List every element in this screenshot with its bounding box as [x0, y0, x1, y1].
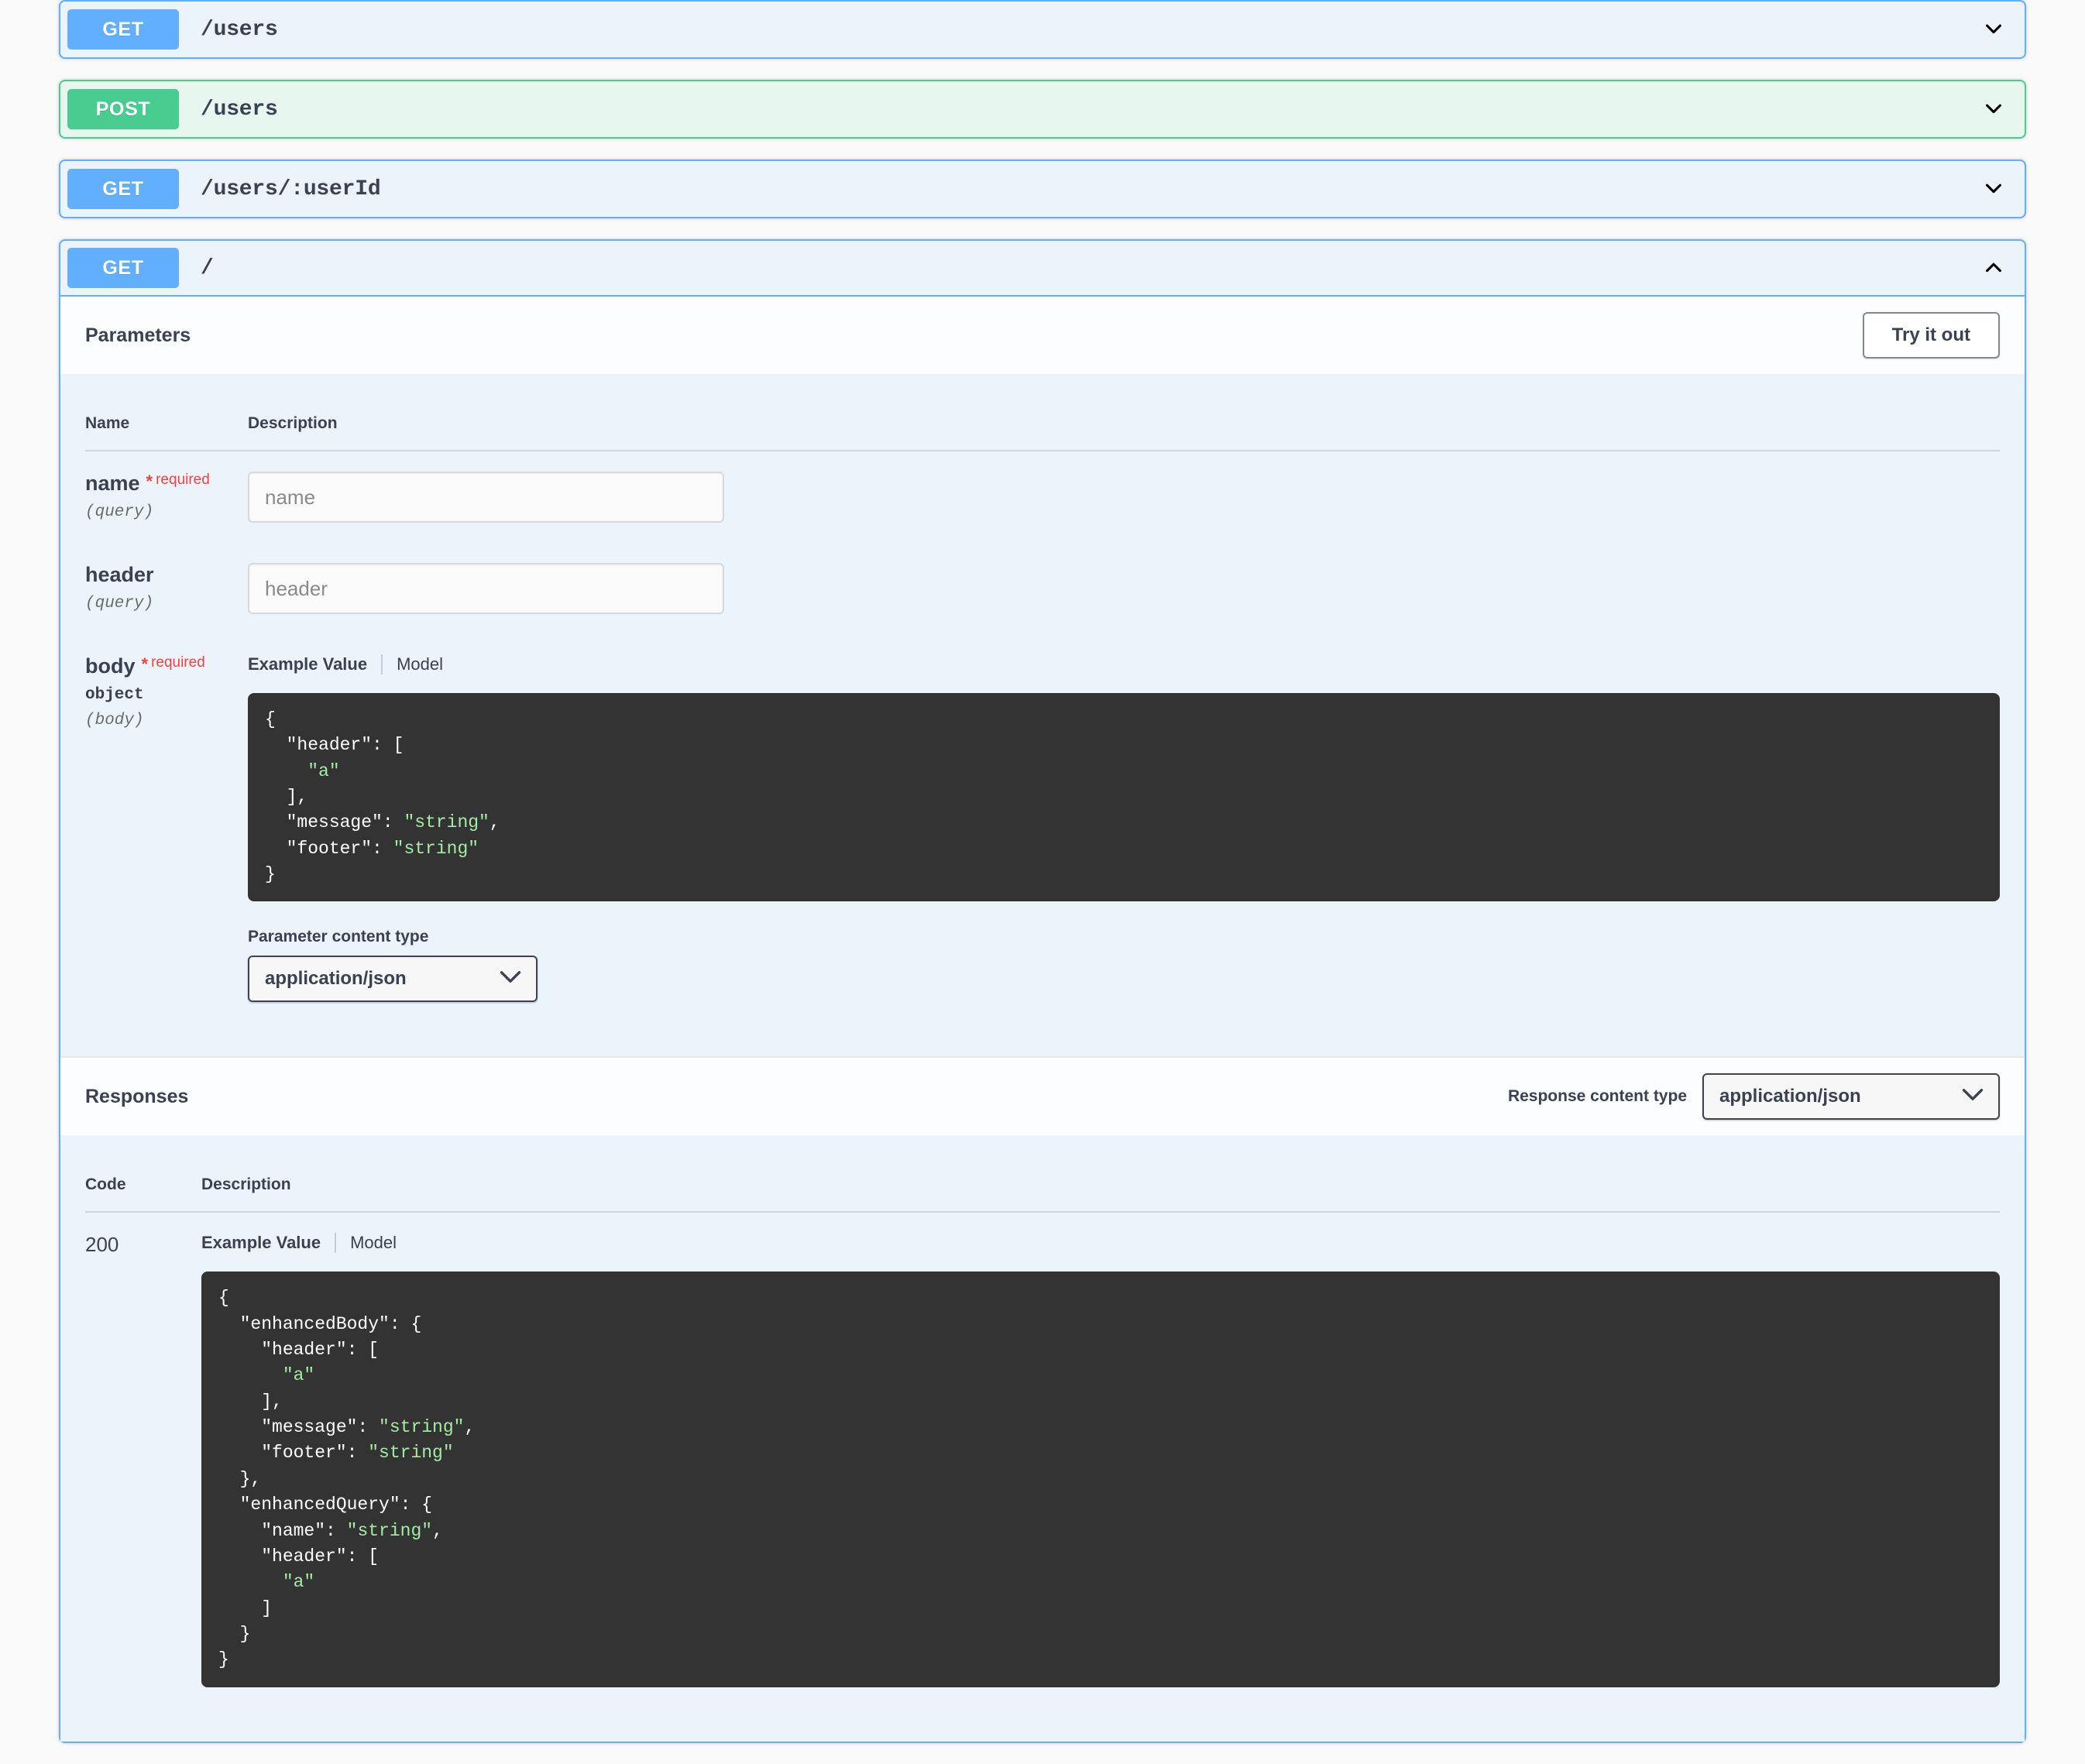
responses-table-container: Code Description 200 Example Value Model…	[60, 1135, 2025, 1741]
parameter-description-cell	[248, 543, 2000, 634]
chevron-down-icon[interactable]	[1973, 100, 2014, 118]
operation-block-get-root[interactable]: GET / Parameters Try it out Name Descrip…	[59, 239, 2026, 1743]
parameter-name-cell: name * required (query)	[85, 451, 248, 543]
parameter-content-type-select[interactable]: application/json	[248, 956, 538, 1003]
parameters-table-container: Name Description name*required (query)	[60, 374, 2025, 1056]
http-method-badge: POST	[67, 89, 179, 129]
response-code-cell: 200	[85, 1212, 201, 1707]
example-model-tabs: Example Value Model	[248, 654, 2000, 693]
header-input[interactable]	[248, 563, 724, 614]
required-asterisk: *	[146, 472, 153, 491]
operation-block-get-users[interactable]: GET /users	[59, 0, 2026, 59]
column-header-description: Description	[201, 1160, 2000, 1213]
http-method-badge: GET	[67, 248, 179, 288]
http-method-badge: GET	[67, 9, 179, 50]
operation-block-post-users[interactable]: POST /users	[59, 80, 2026, 139]
request-body-example-code: { "header": [ "a" ], "message": "string"…	[248, 693, 2000, 902]
responses-table-header-row: Code Description	[85, 1160, 2000, 1213]
responses-wrapper: Responses Response content type applicat…	[60, 1056, 2025, 1741]
tab-divider	[381, 654, 383, 674]
parameter-name: header	[85, 563, 154, 586]
column-header-description: Description	[248, 399, 2000, 451]
try-it-out-button[interactable]: Try it out	[1862, 312, 2000, 359]
operation-path: /users	[201, 17, 278, 42]
response-description-cell: Example Value Model { "enhancedBody": { …	[201, 1212, 2000, 1707]
operation-summary[interactable]: GET /users/:userId	[60, 161, 2025, 217]
tab-example-value[interactable]: Example Value	[201, 1233, 321, 1253]
operation-block-get-user-by-id[interactable]: GET /users/:userId	[59, 160, 2026, 218]
response-content-type-select[interactable]: application/json	[1702, 1073, 2000, 1121]
parameter-name-cell: body * required object (body)	[85, 634, 248, 1022]
required-label: required	[151, 654, 205, 671]
column-header-name: Name	[85, 399, 248, 451]
parameter-description-cell	[248, 451, 2000, 543]
operation-summary[interactable]: GET /	[60, 241, 2025, 297]
operation-body: Parameters Try it out Name Description n…	[60, 297, 2025, 1742]
column-header-code: Code	[85, 1160, 201, 1213]
parameter-content-type-block: Parameter content type application/json	[248, 901, 2000, 1003]
tab-divider	[335, 1233, 337, 1254]
chevron-up-icon[interactable]	[1973, 259, 2014, 277]
response-status-code: 200	[85, 1233, 119, 1257]
parameters-header: Parameters Try it out	[60, 297, 2025, 374]
parameter-name: body	[85, 654, 136, 678]
responses-header: Responses Response content type applicat…	[60, 1058, 2025, 1136]
responses-title: Responses	[85, 1085, 189, 1107]
chevron-down-icon[interactable]	[1973, 20, 2014, 39]
parameter-location: (query)	[85, 595, 154, 613]
parameters-table: Name Description name*required (query)	[85, 399, 2000, 1022]
operation-path: /	[201, 256, 214, 280]
parameter-description-cell: Example Value Model { "header": [ "a" ],…	[248, 634, 2000, 1022]
operation-summary[interactable]: POST /users	[60, 81, 2025, 137]
responses-table: Code Description 200 Example Value Model…	[85, 1160, 2000, 1707]
operation-summary[interactable]: GET /users	[60, 2, 2025, 57]
parameters-table-header-row: Name Description	[85, 399, 2000, 451]
response-content-type-wrapper: Response content type application/json	[1507, 1073, 2000, 1121]
http-method-badge: GET	[67, 169, 179, 209]
operation-path: /users/:userId	[201, 177, 381, 201]
operation-path: /users	[201, 97, 278, 122]
parameter-location: (body)	[85, 712, 144, 729]
chevron-down-icon[interactable]	[1973, 180, 2014, 198]
response-content-type-value: application/json	[1719, 1086, 1861, 1107]
table-row: header (query)	[85, 543, 2000, 634]
table-row: 200 Example Value Model { "enhancedBody"…	[85, 1212, 2000, 1707]
response-example-code: { "enhancedBody": { "header": [ "a" ], "…	[201, 1272, 2000, 1687]
required-label: required	[156, 472, 210, 488]
parameter-content-type-value: application/json	[265, 968, 407, 990]
parameter-content-type-label: Parameter content type	[248, 928, 429, 946]
response-content-type-label: Response content type	[1507, 1087, 1687, 1106]
example-model-tabs: Example Value Model	[201, 1233, 2000, 1272]
table-row: body * required object (body) Example Valu…	[85, 634, 2000, 1022]
swagger-ui-operations-list: GET /users POST /users GET /users/:userI…	[0, 0, 2085, 1743]
parameter-type: object	[85, 686, 144, 704]
required-asterisk: *	[141, 654, 149, 674]
tab-model[interactable]: Model	[350, 1233, 397, 1253]
parameter-location: (query)	[85, 503, 154, 521]
parameter-name-cell: header (query)	[85, 543, 248, 634]
search-input-name[interactable]	[248, 472, 724, 523]
parameters-title: Parameters	[85, 324, 191, 346]
parameter-name: name	[85, 472, 140, 495]
tab-example-value[interactable]: Example Value	[248, 654, 367, 674]
tab-model[interactable]: Model	[397, 654, 443, 674]
table-row: name * required (query)	[85, 451, 2000, 543]
